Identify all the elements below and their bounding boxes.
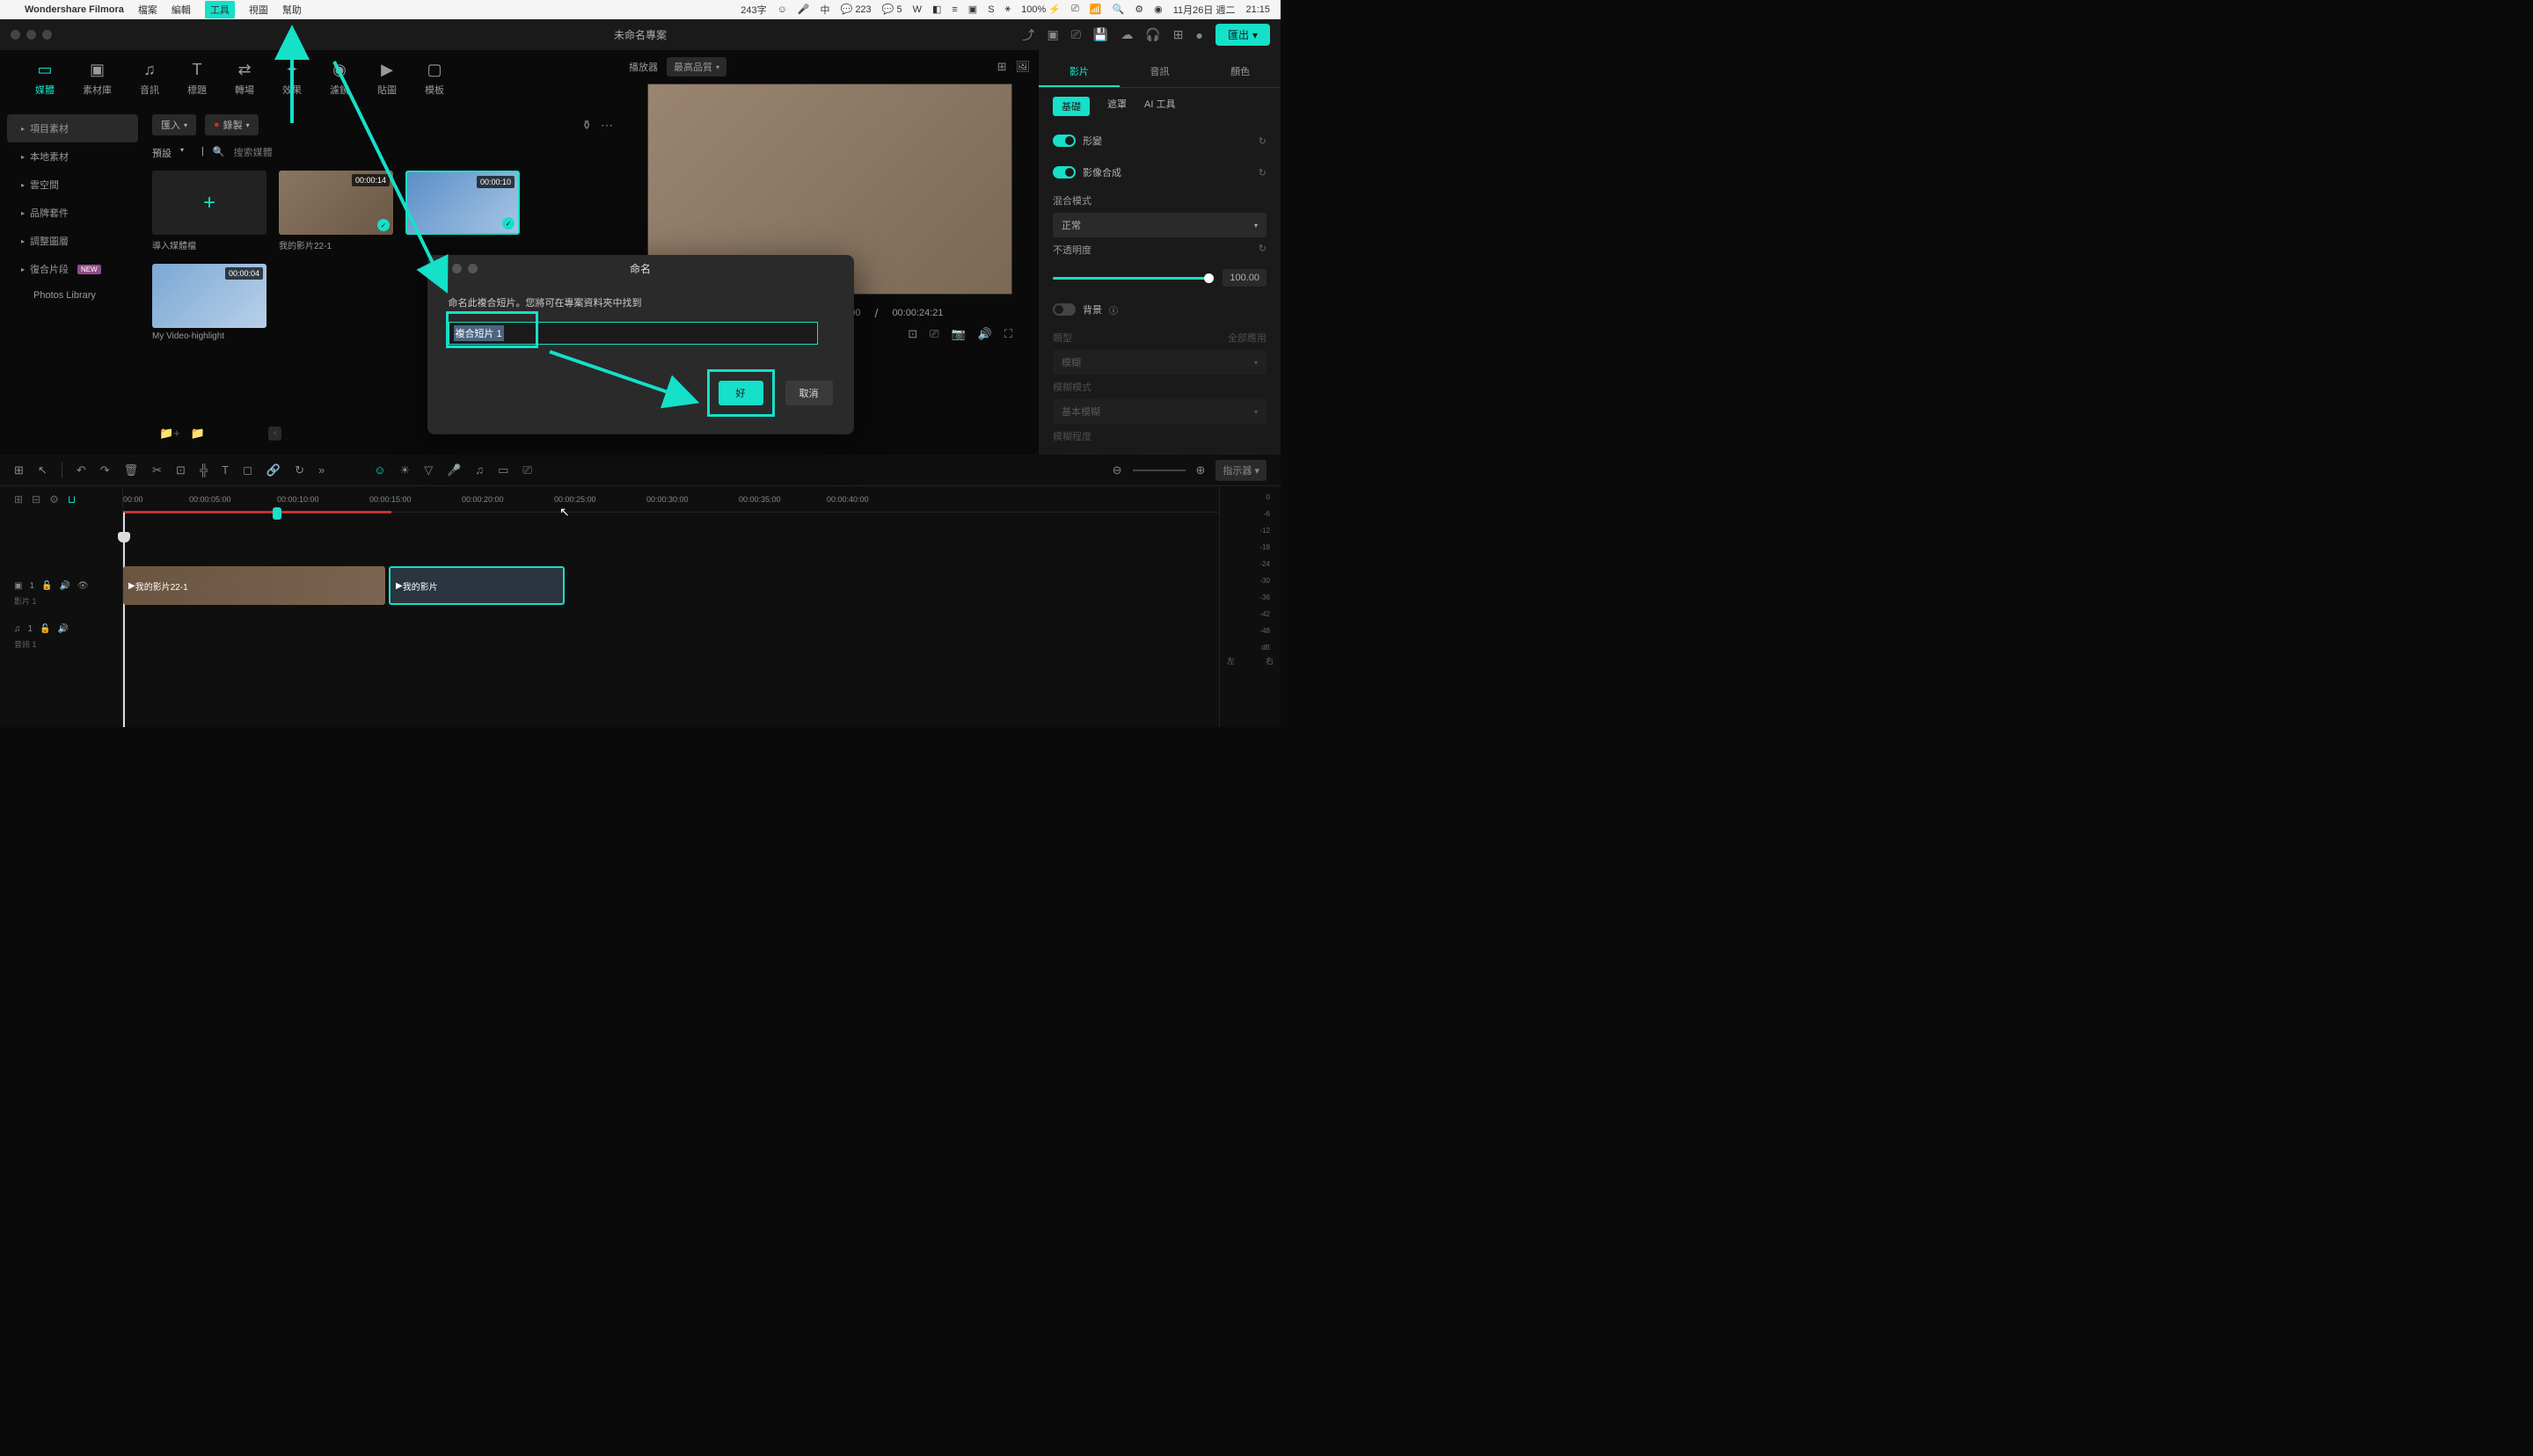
- dialog-message: 命名此複合短片。您將可在專案資料夾中找到: [449, 295, 833, 309]
- dialog-overlay: 命名 命名此複合短片。您將可在專案資料夾中找到 複合短片 1 好 取消: [0, 0, 1281, 728]
- cancel-button[interactable]: 取消: [785, 381, 833, 405]
- dialog-minimize: [452, 264, 462, 273]
- ok-button[interactable]: 好: [719, 381, 763, 405]
- cursor-icon: ↖: [559, 505, 570, 520]
- dialog-close[interactable]: [436, 264, 446, 273]
- naming-dialog: 命名 命名此複合短片。您將可在專案資料夾中找到 複合短片 1 好 取消: [427, 255, 854, 434]
- dialog-maximize: [468, 264, 478, 273]
- dialog-title: 命名: [630, 261, 651, 276]
